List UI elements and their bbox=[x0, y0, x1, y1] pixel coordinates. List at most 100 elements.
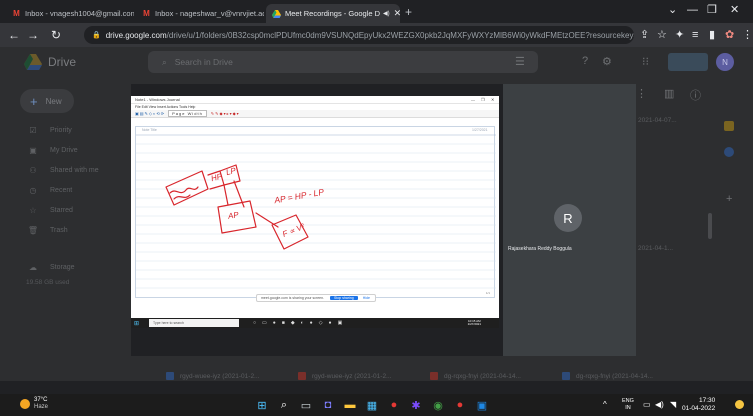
nav-label: Storage bbox=[50, 264, 75, 271]
search-icon[interactable]: ⌕ bbox=[277, 398, 291, 412]
recorded-taskbar-icons: ○▭●■◆◐●◇●▣ bbox=[253, 320, 349, 326]
bookmark-star-icon[interactable]: ☆ bbox=[657, 28, 667, 42]
participant-tile: R Rajasekhara Reddy Boggula bbox=[503, 84, 636, 356]
search-placeholder: Search in Drive bbox=[174, 57, 233, 67]
windows-start-icon: ⊞ bbox=[134, 320, 140, 327]
nav-label: My Drive bbox=[50, 147, 78, 154]
desktop: M Inbox - vnagesh1004@gmail.con ✕ M Inbo… bbox=[0, 0, 753, 416]
chevron-down-icon[interactable]: ⌄ bbox=[668, 5, 677, 16]
new-tab-icon[interactable]: + bbox=[405, 6, 412, 18]
audio-icon[interactable]: ◀) bbox=[383, 10, 390, 17]
menu-icon[interactable]: ⋮ bbox=[742, 28, 753, 42]
nav-item-trash[interactable]: 🗑 Trash bbox=[26, 226, 68, 235]
wifi-icon[interactable]: ◥ bbox=[670, 400, 676, 409]
restore-icon: ❐ bbox=[481, 97, 485, 102]
recorded-clock: 10:15 AM 1/27/2021 bbox=[467, 319, 481, 327]
chevron-up-icon[interactable]: ^ bbox=[603, 400, 607, 409]
add-addon-icon[interactable]: + bbox=[726, 193, 732, 205]
nav-item-priority[interactable]: ☑ Priority bbox=[26, 126, 72, 135]
restore-icon[interactable]: ❐ bbox=[707, 5, 717, 16]
file-type-icon bbox=[166, 372, 174, 380]
share-icon[interactable]: ⇪ bbox=[640, 28, 649, 42]
my-drive-icon: ▣ bbox=[29, 146, 37, 155]
chrome-icon[interactable]: ● bbox=[387, 398, 401, 412]
extension-puzzle-icon[interactable]: ✿ bbox=[725, 28, 734, 42]
file-explorer-icon[interactable]: ▬ bbox=[343, 398, 357, 412]
app-icon[interactable]: ✱ bbox=[409, 398, 423, 412]
task-view-icon[interactable]: ▭ bbox=[299, 398, 313, 412]
system-clock[interactable]: 17:30 01-04-2022 bbox=[682, 397, 715, 413]
nav-item-shared[interactable]: ⚇ Shared with me bbox=[26, 166, 99, 175]
tab-gmail-1[interactable]: M Inbox - vnagesh1004@gmail.con ✕ bbox=[6, 4, 134, 23]
nav-item-my-drive[interactable]: ▣ My Drive bbox=[26, 146, 78, 155]
reload-icon[interactable]: ↻ bbox=[51, 28, 61, 42]
address-host: drive.google.com bbox=[105, 30, 167, 40]
scrollbar[interactable] bbox=[708, 213, 712, 239]
more-options-icon[interactable]: ⋮ bbox=[636, 87, 647, 100]
ink-text: AP bbox=[227, 210, 240, 221]
keep-icon[interactable] bbox=[724, 121, 734, 131]
notification-icon[interactable] bbox=[735, 400, 744, 409]
drive-title: Drive bbox=[48, 55, 77, 69]
chrome-profile-icon[interactable]: ● bbox=[453, 398, 467, 412]
teams-icon[interactable]: ◘ bbox=[321, 398, 335, 412]
settings-icon[interactable]: ⚙ bbox=[602, 55, 612, 68]
new-button[interactable]: + New bbox=[20, 89, 74, 113]
file-item[interactable]: dg-rqxg-fnyi (2021-04-14... bbox=[430, 372, 521, 380]
drive-header: Drive ⌕ Search in Drive ☰ ? ⚙ ⁝⁝ N bbox=[0, 47, 753, 77]
tab-gmail-2[interactable]: M Inbox - nageshwar_v@vnrvjiet.ac ✕ bbox=[136, 4, 264, 23]
grid-view-icon[interactable]: ▥ bbox=[664, 87, 674, 100]
nav-item-storage[interactable]: ☁ Storage bbox=[26, 263, 75, 272]
display-icon[interactable]: ▭ bbox=[643, 400, 651, 409]
minimize-icon[interactable]: — bbox=[687, 5, 698, 16]
hide-button: Hide bbox=[362, 296, 370, 300]
shared-icon: ⚇ bbox=[29, 166, 37, 175]
trash-icon: 🗑 bbox=[27, 226, 39, 235]
nav-label: Recent bbox=[50, 187, 73, 194]
nav-label: Shared with me bbox=[50, 167, 99, 174]
apps-icon[interactable]: ⁝⁝ bbox=[642, 55, 649, 68]
store-icon[interactable]: ▦ bbox=[365, 398, 379, 412]
nav-label: Priority bbox=[50, 127, 72, 134]
file-item[interactable]: rgyd-wuee-iyz (2021-01-2... bbox=[298, 372, 391, 380]
extension-icon[interactable]: ✦ bbox=[675, 28, 684, 42]
drive-search-input[interactable]: ⌕ Search in Drive bbox=[148, 51, 538, 73]
gmail-icon: M bbox=[13, 9, 20, 18]
recorded-date: 1/27/2021 bbox=[467, 322, 481, 326]
forward-icon[interactable]: → bbox=[27, 28, 39, 42]
video-player[interactable]: Note1 - Windows Journal — ❐ ✕ File Edit … bbox=[131, 84, 636, 356]
minimize-icon: — bbox=[471, 97, 475, 102]
whatsapp-icon[interactable]: ◉ bbox=[431, 398, 445, 412]
help-icon[interactable]: ? bbox=[582, 55, 588, 67]
volume-icon[interactable]: ◀) bbox=[655, 400, 664, 409]
windows-start-icon[interactable]: ⊞ bbox=[255, 398, 269, 412]
drive-logo-icon bbox=[24, 54, 42, 70]
file-item[interactable]: rgyd-wuee-iyz (2021-01-2... bbox=[166, 372, 259, 380]
clock-date: 01-04-2022 bbox=[682, 405, 716, 412]
tasks-icon[interactable] bbox=[724, 147, 734, 157]
lock-icon: 🔒 bbox=[92, 32, 101, 39]
address-bar[interactable]: 🔒 drive.google.com /drive/u/1/folders/0B… bbox=[84, 26, 634, 44]
weather-widget[interactable]: 37°C Haze bbox=[20, 397, 48, 411]
side-panel-icon[interactable]: ▮ bbox=[709, 28, 715, 42]
close-icon[interactable]: ✕ bbox=[390, 8, 400, 19]
word-icon[interactable]: ▣ bbox=[475, 398, 489, 412]
reading-list-icon[interactable]: ≡ bbox=[692, 28, 698, 42]
recorded-taskbar: ⊞ Type here to search ○▭●■◆◐●◇●▣ 10:15 A… bbox=[131, 318, 499, 328]
search-options-icon[interactable]: ☰ bbox=[515, 55, 525, 68]
search-placeholder: Type here to search bbox=[153, 321, 184, 325]
nav-item-starred[interactable]: ☆ Starred bbox=[26, 206, 73, 215]
close-window-icon[interactable]: ✕ bbox=[730, 5, 739, 16]
recorded-search-box: Type here to search bbox=[149, 319, 240, 327]
tab-drive[interactable]: Meet Recordings - Google D ◀) ✕ bbox=[266, 4, 400, 23]
nav-item-recent[interactable]: ◷ Recent bbox=[26, 186, 73, 195]
language-code: ENG bbox=[622, 398, 634, 404]
back-icon[interactable]: ← bbox=[8, 28, 20, 42]
language-indicator[interactable]: ENG IN bbox=[622, 398, 634, 411]
file-item[interactable]: dg-rqxg-fnyi (2021-04-14... bbox=[562, 372, 653, 380]
avatar[interactable]: N bbox=[716, 53, 734, 71]
priority-icon: ☑ bbox=[29, 126, 37, 135]
participant-name: Rajasekhara Reddy Boggula bbox=[508, 246, 572, 252]
plus-icon: + bbox=[30, 93, 38, 109]
info-icon[interactable]: ⓘ bbox=[690, 87, 701, 103]
